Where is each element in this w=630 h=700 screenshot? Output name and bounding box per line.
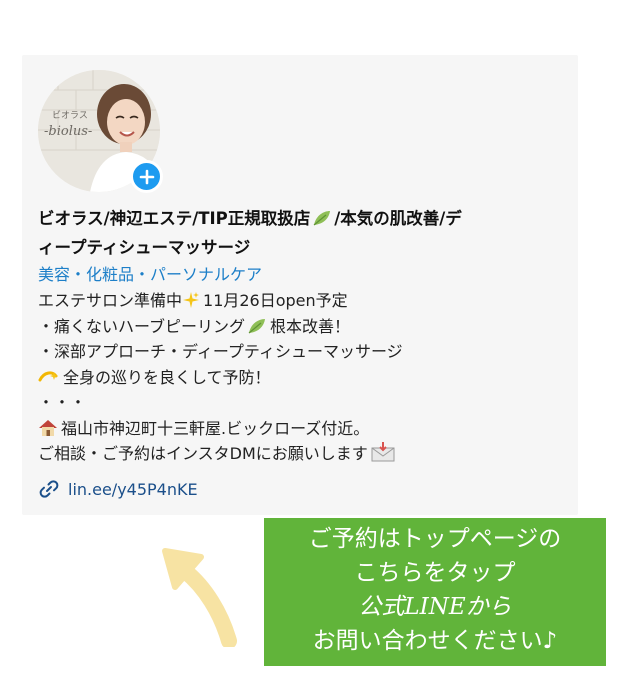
bio-line-6-text: 福山市神辺町十三軒屋.ビックローズ付近。	[61, 418, 370, 438]
arrow-up-icon	[162, 548, 237, 647]
profile-name: ビオラス/神辺エステ/TIP正規取扱店/本気の肌改善/デ ィープティシューマッサ…	[38, 206, 558, 261]
callout-line-3: 公式LINEから	[358, 594, 512, 620]
callout-line-4: お問い合わせください♪	[312, 628, 558, 654]
plus-icon	[139, 169, 154, 184]
bio-line-5: ・・・	[38, 393, 87, 412]
profile-link[interactable]: lin.ee/y45P4nKE	[38, 478, 198, 500]
profile-category: 美容・化粧品・パーソナルケア	[38, 265, 263, 284]
bio-line-3: ・深部アプローチ・ディープティシューマッサージ	[38, 342, 403, 361]
avatar-wall-text: ビオラス	[52, 111, 88, 121]
avatar-wall-script: -biolus-	[44, 124, 93, 139]
callout-line-2: こちらをタップ	[354, 560, 516, 586]
bio-line-6: 福山市神辺町十三軒屋.ビックローズ付近。	[38, 416, 558, 442]
add-story-button[interactable]	[130, 160, 163, 193]
bio-line-2-suffix: 根本改善！	[270, 316, 351, 336]
profile-link-url[interactable]: lin.ee/y45P4nKE	[68, 480, 198, 499]
profile-name-line-1: ビオラス/神辺エステ/TIP正規取扱店/本気の肌改善/デ	[38, 206, 558, 235]
profile-name-part-1: ビオラス/神辺エステ/TIP正規取扱店	[38, 209, 311, 228]
bio-line-4: 全身の巡りを良くして予防！	[38, 365, 558, 391]
bio-line-1: エステサロン準備中 11月26日open予定	[38, 288, 558, 314]
booking-callout: ご予約はトップページの こちらをタップ 公式LINEから お問い合わせください♪	[264, 518, 606, 666]
bio-line-4-text: 全身の巡りを良くして予防！	[63, 367, 271, 387]
leaf-icon	[312, 209, 332, 235]
bio-line-2: ・痛くないハーブピーリング 根本改善！	[38, 314, 558, 340]
envelope-icon	[371, 442, 395, 470]
profile-name-part-2: /本気の肌改善/デ	[334, 209, 462, 228]
callout-line-1: ご予約はトップページの	[308, 526, 562, 552]
bio-line-1-prefix: エステサロン準備中	[38, 291, 183, 310]
bio-line-7: ご相談・ご予約はインスタDMにお願いします	[38, 441, 558, 467]
link-icon	[39, 480, 59, 498]
sparkles-icon	[182, 291, 200, 317]
bio-line-1-suffix: 11月26日open予定	[203, 291, 348, 310]
profile-name-line-2: ィープティシューマッサージ	[38, 238, 251, 257]
bio-line-2-prefix: ・痛くないハーブピーリング	[38, 316, 246, 336]
profile-bio: エステサロン準備中 11月26日open予定 ・痛くないハーブピーリング 根本改善！…	[38, 288, 558, 467]
bio-line-7-text: ご相談・ご予約はインスタDMにお願いします	[38, 444, 368, 463]
